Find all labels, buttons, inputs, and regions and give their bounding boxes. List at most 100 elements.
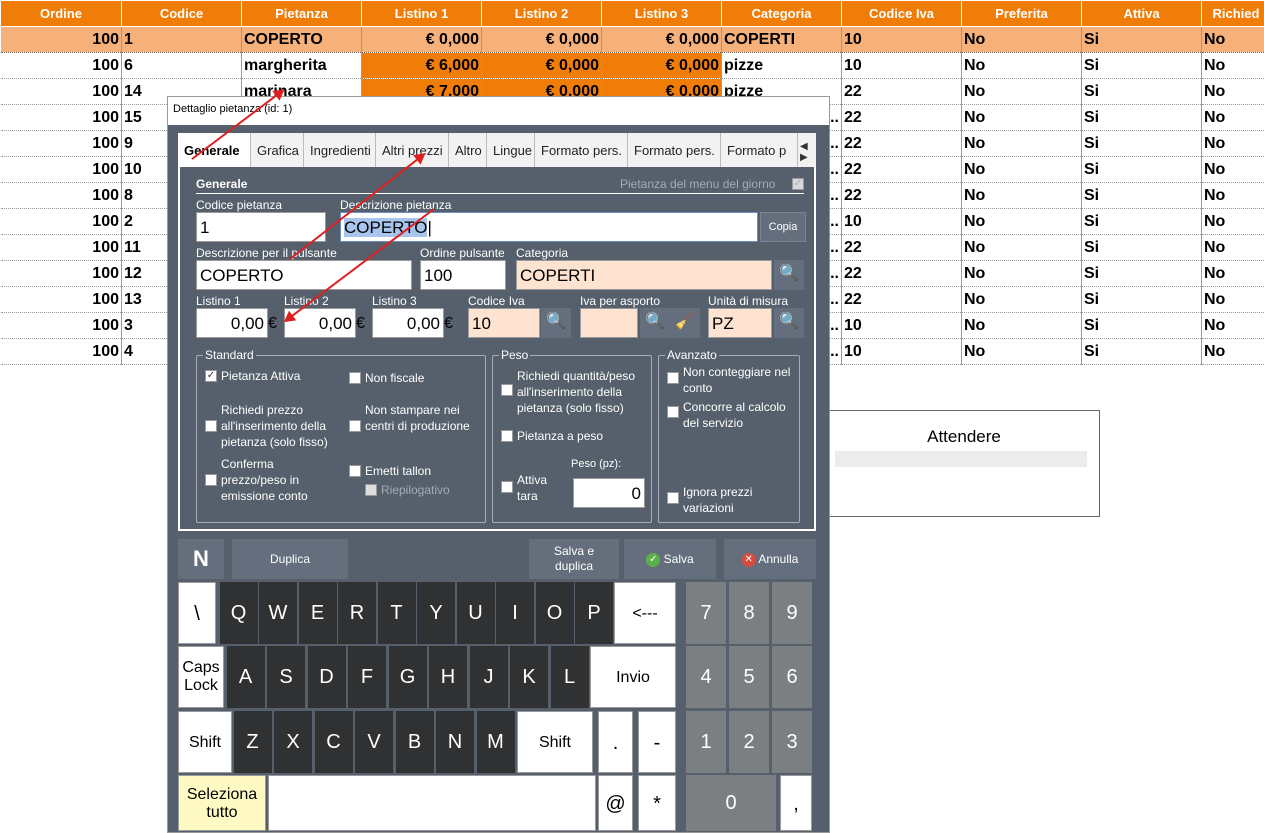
richiedi-qta-checkbox[interactable] <box>501 384 513 396</box>
salva-duplica-button[interactable]: Salva e duplica <box>529 539 619 579</box>
key-r[interactable]: R <box>338 582 376 644</box>
column-header[interactable]: Listino 2 <box>481 0 602 27</box>
non-stampare-checkbox[interactable] <box>349 420 361 432</box>
tab-formato-pers-2[interactable]: Formato pers. <box>628 133 721 167</box>
key-s[interactable]: S <box>267 646 305 708</box>
column-header[interactable]: Listino 1 <box>361 0 482 27</box>
key-m[interactable]: M <box>476 711 515 773</box>
ignora-checkbox[interactable] <box>667 492 679 504</box>
column-header[interactable]: Attiva <box>1081 0 1202 27</box>
ordine-input[interactable]: 100 <box>420 260 506 290</box>
emetti-checkbox[interactable] <box>349 465 361 477</box>
salva-button[interactable]: ✓ Salva <box>624 539 716 579</box>
key-shift[interactable]: Shift <box>517 711 593 773</box>
key-6[interactable]: 6 <box>772 646 812 708</box>
key-v[interactable]: V <box>355 711 393 773</box>
key-a[interactable]: A <box>226 646 265 708</box>
key-1[interactable]: 1 <box>686 711 726 773</box>
duplica-button[interactable]: Duplica <box>232 539 348 579</box>
key-q[interactable]: Q <box>219 582 258 644</box>
asporto-input[interactable] <box>580 308 638 338</box>
key-w[interactable]: W <box>259 582 297 644</box>
key-p[interactable]: P <box>575 582 613 644</box>
key-g[interactable]: G <box>388 646 427 708</box>
categoria-search-icon[interactable]: 🔍 <box>774 260 804 290</box>
key-e[interactable]: E <box>298 582 337 644</box>
key-j[interactable]: J <box>469 646 508 708</box>
key-3[interactable]: 3 <box>772 711 812 773</box>
annulla-button[interactable]: ✕ Annulla <box>724 539 816 579</box>
key-[interactable]: , <box>780 775 812 831</box>
tab-lingue[interactable]: Lingue <box>487 133 535 167</box>
categoria-input[interactable]: COPERTI <box>516 260 772 290</box>
column-header[interactable]: Preferita <box>961 0 1082 27</box>
key-[interactable]: * <box>638 775 676 831</box>
iva-input[interactable]: 10 <box>468 308 540 338</box>
key-d[interactable]: D <box>307 646 346 708</box>
key-[interactable]: <--- <box>614 582 676 644</box>
richiedi-prezzo-checkbox[interactable] <box>205 420 217 432</box>
key-i[interactable]: I <box>496 582 534 644</box>
codice-input[interactable]: 1 <box>196 212 326 242</box>
pulsante-input[interactable]: COPERTO <box>196 260 412 290</box>
unita-input[interactable]: PZ <box>708 308 772 338</box>
key-space[interactable] <box>268 775 596 831</box>
listino1-input[interactable]: 0,00 <box>196 308 268 338</box>
key-0[interactable]: 0 <box>686 775 776 831</box>
listino3-input[interactable]: 0,00 <box>372 308 444 338</box>
key-[interactable]: - <box>638 711 676 773</box>
key-h[interactable]: H <box>429 646 467 708</box>
key-o[interactable]: O <box>535 582 574 644</box>
new-button[interactable]: N <box>178 539 224 579</box>
column-header[interactable]: Richied <box>1201 0 1264 27</box>
tab-grafica[interactable]: Grafica <box>251 133 304 167</box>
copia-button[interactable]: Copia <box>760 212 806 242</box>
non-fiscale-checkbox[interactable] <box>349 372 361 384</box>
peso-pz-input[interactable]: 0 <box>573 478 645 508</box>
key-[interactable]: . <box>598 711 633 773</box>
key-c[interactable]: C <box>314 711 353 773</box>
table-row[interactable]: 100 6 margherita € 6,000 € 0,000 € 0,000 pizze… <box>0 52 1264 79</box>
pietanza-peso-checkbox[interactable] <box>501 430 513 442</box>
key-z[interactable]: Z <box>233 711 272 773</box>
tab-generale[interactable]: Generale <box>178 133 251 167</box>
key-n[interactable]: N <box>436 711 474 773</box>
concorre-checkbox[interactable] <box>667 406 679 418</box>
key-8[interactable]: 8 <box>729 582 769 644</box>
key-t[interactable]: T <box>377 582 416 644</box>
column-header[interactable]: Listino 3 <box>601 0 722 27</box>
table-row[interactable]: 100 1 COPERTO € 0,000 € 0,000 € 0,000 COPERTI 1… <box>0 26 1264 53</box>
key-2[interactable]: 2 <box>729 711 769 773</box>
column-header[interactable]: Pietanza <box>241 0 362 27</box>
key-shift[interactable]: Shift <box>178 711 232 773</box>
key-invio[interactable]: Invio <box>590 646 676 708</box>
unita-search-icon[interactable]: 🔍 <box>774 308 804 338</box>
key-7[interactable]: 7 <box>686 582 726 644</box>
column-header[interactable]: Codice <box>121 0 242 27</box>
tab-altro[interactable]: Altro <box>449 133 487 167</box>
key-[interactable]: \ <box>178 582 216 644</box>
key-caps-lock[interactable]: Caps Lock <box>178 646 224 708</box>
key-f[interactable]: F <box>348 646 386 708</box>
key-5[interactable]: 5 <box>729 646 769 708</box>
iva-search-icon[interactable]: 🔍 <box>541 308 571 338</box>
conferma-checkbox[interactable] <box>205 474 217 486</box>
attiva-tara-checkbox[interactable] <box>501 481 513 493</box>
key-l[interactable]: L <box>550 646 589 708</box>
key-y[interactable]: Y <box>417 582 455 644</box>
key-b[interactable]: B <box>395 711 434 773</box>
key-seleziona-tutto[interactable]: Seleziona tutto <box>178 775 266 831</box>
key-4[interactable]: 4 <box>686 646 726 708</box>
tab-formato-pers-3[interactable]: Formato p <box>721 133 798 167</box>
attiva-checkbox[interactable]: ✓ <box>205 370 217 382</box>
tab-scroll-arrows[interactable]: ◀ ▶ <box>800 141 816 163</box>
non-conteggiare-checkbox[interactable] <box>667 372 679 384</box>
asporto-clear-icon[interactable]: 🧹 <box>670 308 700 338</box>
tab-ingredienti[interactable]: Ingredienti <box>304 133 376 167</box>
column-header[interactable]: Ordine <box>0 0 122 27</box>
key-u[interactable]: U <box>456 582 495 644</box>
asporto-search-icon[interactable]: 🔍 <box>640 308 670 338</box>
column-header[interactable]: Codice Iva <box>841 0 962 27</box>
tab-formato-pers-1[interactable]: Formato pers. <box>535 133 628 167</box>
key-k[interactable]: K <box>510 646 548 708</box>
